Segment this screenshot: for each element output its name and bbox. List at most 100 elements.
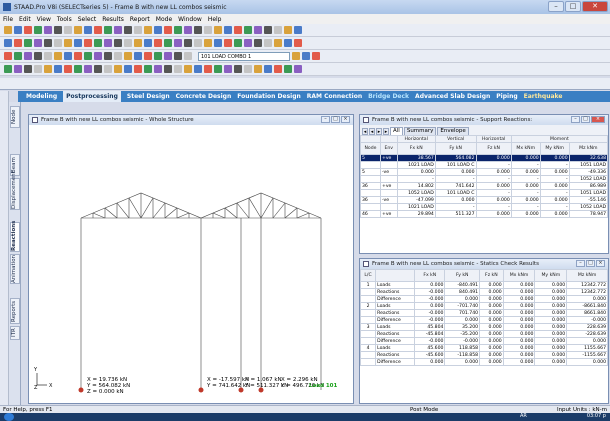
close-button[interactable]: ✕ [582,1,608,12]
tab-steel-design[interactable]: Steel Design [127,93,170,100]
structure-close-button[interactable]: × [341,116,350,123]
sidetab-reactions[interactable]: Reactions [10,221,20,252]
toolbar-icon[interactable] [224,65,232,73]
toolbar-icon[interactable] [254,39,262,47]
table-row[interactable]: Reactions -45.804 -35.200 0.000 0.000 0.000 -2… [359,330,608,338]
toolbar-icon[interactable] [312,52,320,60]
toolbar-icon[interactable] [44,52,52,60]
statics-close-button[interactable]: × [596,260,605,267]
tab-all[interactable]: All [390,127,403,135]
toolbar-icon[interactable] [264,26,272,34]
toolbar-icon[interactable] [194,26,202,34]
toolbar-icon[interactable] [14,39,22,47]
maximize-button[interactable]: □ [565,1,581,12]
toolbar-icon[interactable] [94,39,102,47]
toolbar-icon[interactable] [74,39,82,47]
toolbar-icon[interactable] [194,65,202,73]
toolbar-icon[interactable] [64,39,72,47]
toolbar-icon[interactable] [294,65,302,73]
toolbar-icon[interactable] [274,26,282,34]
structure-maximize-button[interactable]: □ [331,116,340,123]
toolbar-icon[interactable] [174,26,182,34]
toolbar-icon[interactable] [244,39,252,47]
toolbar-icon[interactable] [94,52,102,60]
toolbar-icon[interactable] [104,52,112,60]
minimize-button[interactable]: – [548,1,564,12]
structure-minimize-button[interactable]: – [321,116,330,123]
toolbar-icon[interactable] [24,26,32,34]
toolbar-icon[interactable] [104,65,112,73]
toolbar-icon[interactable] [34,26,42,34]
sidetab-itr[interactable]: ITR [10,326,20,340]
table-row[interactable]: 1052 LOAD 101 LOAD C - - -1051 LOAD [360,189,609,197]
toolbar-icon[interactable] [114,26,122,34]
toolbar-icon[interactable] [184,52,192,60]
table-row[interactable]: Difference -0.000 0.000 0.000 0.000 0.000 0.00… [359,295,608,303]
reactions-close-button[interactable]: × [591,116,605,123]
statics-check-window[interactable]: Frame B with new LL combos seismic - Sta… [359,258,609,404]
toolbar-icon[interactable] [294,39,302,47]
table-row[interactable]: 1 Loads 0.000 -840.491 0.000 0.000 0.000 12342.… [359,281,608,289]
toolbar-icon[interactable] [194,39,202,47]
sidetab-animation[interactable]: Animation [10,254,20,284]
toolbar-icon[interactable] [154,26,162,34]
table-row[interactable]: 46 +ve 29.894 511.327 0.000 0.000 0.000 78.947 [360,210,609,218]
toolbar-icon[interactable] [302,52,310,60]
toolbar-icon[interactable] [104,39,112,47]
toolbar-icon[interactable] [204,39,212,47]
whole-structure-window[interactable]: Frame B with new LL combos seismic - Who… [28,114,354,404]
toolbar-icon[interactable] [94,65,102,73]
toolbar-icon[interactable] [84,65,92,73]
toolbar-icon[interactable] [144,39,152,47]
toolbar-icon[interactable] [84,26,92,34]
toolbar-icon[interactable] [34,39,42,47]
toolbar-icon[interactable] [84,39,92,47]
toolbar-icon[interactable] [224,26,232,34]
toolbar-icon[interactable] [44,26,52,34]
toolbar-icon[interactable] [94,26,102,34]
taskbar-language[interactable]: AR [520,413,527,419]
tab-foundation-design[interactable]: Foundation Design [237,93,301,100]
tab-postprocessing[interactable]: Postprocessing [63,91,121,102]
toolbar-icon[interactable] [294,26,302,34]
structure-canvas[interactable]: Y X Z [29,125,353,403]
table-row[interactable]: 1021 LOAD 101 LOAD C - - -1051 LOAD [360,161,609,169]
statics-minimize-button[interactable]: – [576,260,585,267]
tab-ram-connection[interactable]: RAM Connection [307,93,362,100]
toolbar-icon[interactable] [14,52,22,60]
sidetab-reports[interactable]: Reports [10,298,20,324]
toolbar-icon[interactable] [284,65,292,73]
toolbar-icon[interactable] [44,65,52,73]
tab-envelope[interactable]: Envelope [437,127,469,135]
toolbar-icon[interactable] [274,65,282,73]
tab-earthquake[interactable]: Earthquake [524,93,563,100]
toolbar-icon[interactable] [284,26,292,34]
toolbar-icon[interactable] [174,65,182,73]
nav-prev-icon[interactable]: ◂ [369,128,375,135]
toolbar-icon[interactable] [114,52,122,60]
menu-mode[interactable]: Mode [156,16,172,23]
toolbar-icon[interactable] [74,26,82,34]
toolbar-icon[interactable] [144,65,152,73]
table-row[interactable]: 36 -ve -47.099 0.000 0.000 0.000 0.000 -55.146 [360,196,609,204]
toolbar-icon[interactable] [254,26,262,34]
toolbar-icon[interactable] [4,65,12,73]
toolbar-icon[interactable] [264,65,272,73]
toolbar-icon[interactable] [264,39,272,47]
toolbar-icon[interactable] [14,26,22,34]
table-row[interactable]: Difference 0.000 0.000 0.000 0.000 0.000 0.000 [359,358,608,366]
statics-maximize-button[interactable]: □ [586,260,595,267]
toolbar-icon[interactable] [24,65,32,73]
toolbar-icon[interactable] [4,39,12,47]
toolbar-icon[interactable] [184,39,192,47]
toolbar-icon[interactable] [214,39,222,47]
toolbar-icon[interactable] [24,39,32,47]
menu-report[interactable]: Report [130,16,150,23]
toolbar-icon[interactable] [274,39,282,47]
toolbar-icon[interactable] [34,52,42,60]
toolbar-icon[interactable] [64,52,72,60]
toolbar-icon[interactable] [134,65,142,73]
menu-view[interactable]: View [37,16,51,23]
sidetab-node[interactable]: Node [10,106,20,128]
toolbar-icon[interactable] [214,65,222,73]
